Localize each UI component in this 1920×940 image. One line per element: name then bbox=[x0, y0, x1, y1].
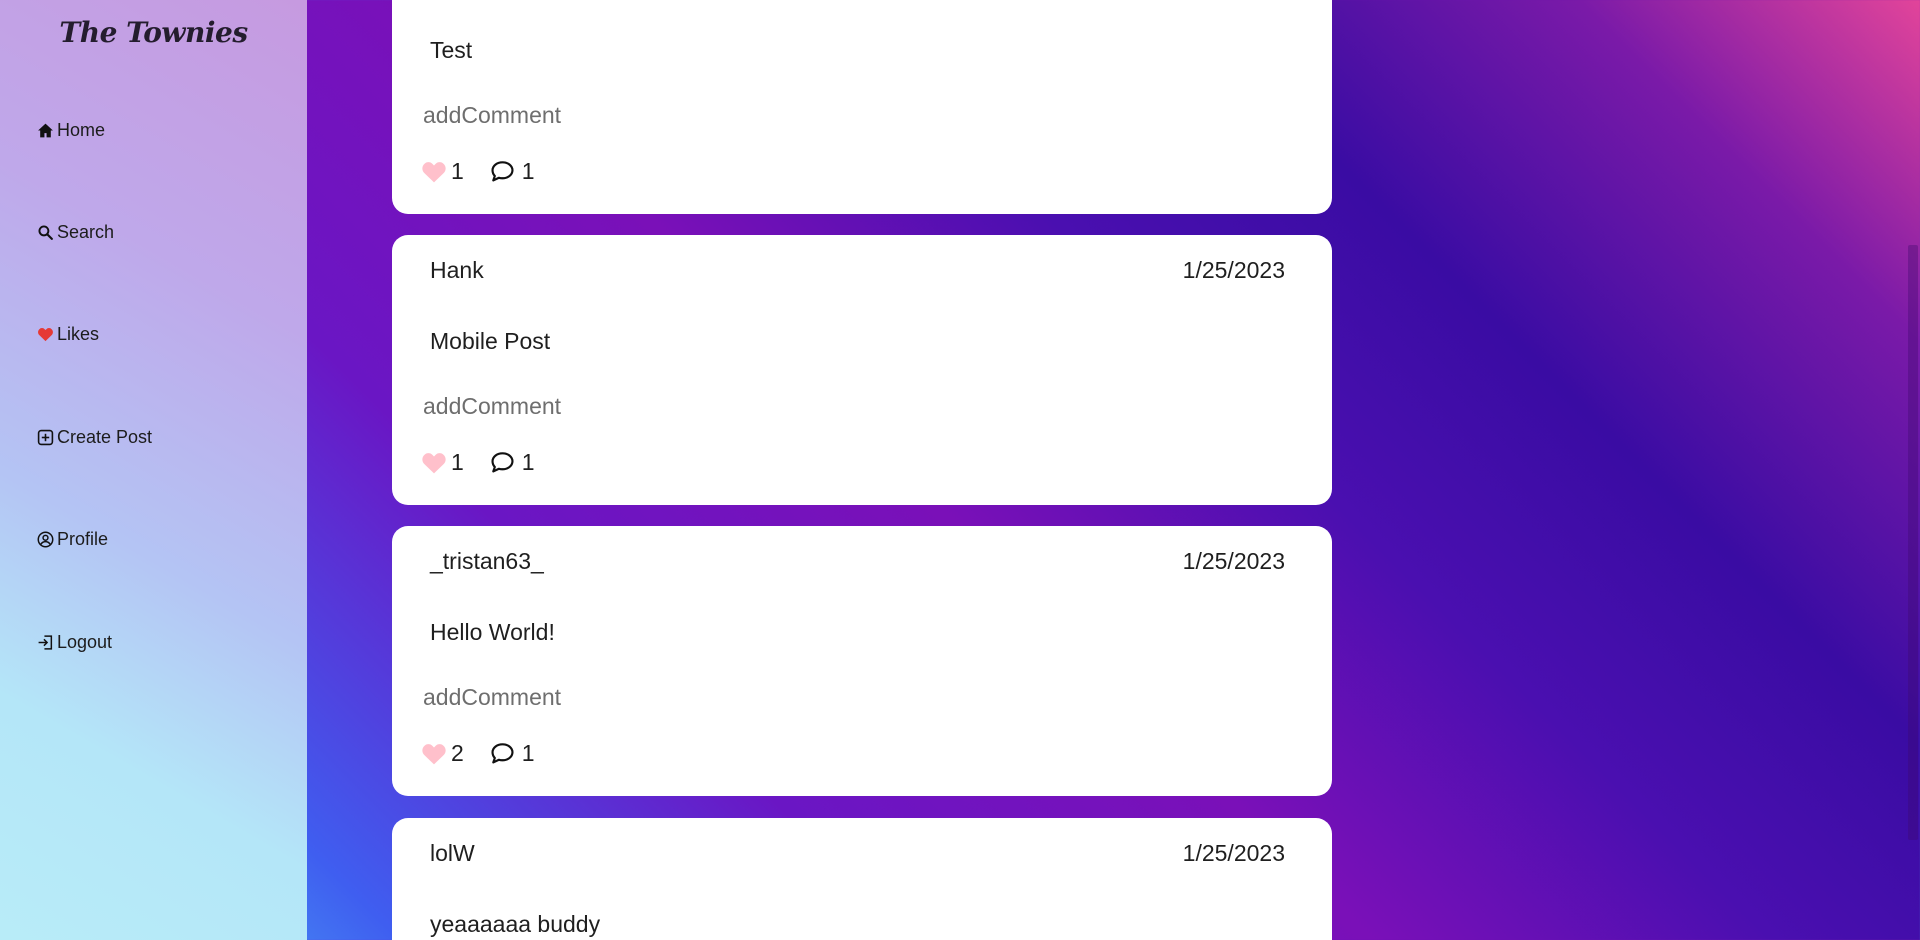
post-body: Test bbox=[430, 37, 473, 63]
comment-count: 1 bbox=[521, 449, 535, 475]
comment-button[interactable]: 1 bbox=[490, 158, 535, 185]
sidebar-item-logout[interactable]: Logout bbox=[37, 632, 112, 653]
post-actions: 1 1 bbox=[421, 449, 535, 476]
plus-square-icon bbox=[37, 428, 57, 448]
post-author[interactable]: lolW bbox=[430, 840, 475, 867]
post-card: Hank 1/25/2023 Mobile Post 1 1 bbox=[392, 235, 1332, 505]
post-card: lolW 1/25/2023 yeaaaaaa buddy bbox=[392, 818, 1332, 940]
post-body: Hello World! bbox=[430, 619, 555, 645]
scrollbar-thumb[interactable] bbox=[1908, 245, 1918, 840]
page-scrollbar[interactable] bbox=[1906, 0, 1920, 940]
post-body: yeaaaaaa buddy bbox=[430, 911, 601, 937]
comment-button[interactable]: 1 bbox=[490, 740, 535, 767]
app-logo[interactable]: The Townies bbox=[0, 16, 307, 49]
logout-icon bbox=[37, 633, 57, 653]
like-count: 1 bbox=[451, 158, 464, 184]
comment-icon bbox=[491, 452, 514, 473]
search-icon bbox=[37, 223, 57, 243]
sidebar-item-label: Likes bbox=[57, 324, 100, 344]
sidebar-item-label: Profile bbox=[57, 529, 109, 549]
post-date: 1/25/2023 bbox=[1182, 257, 1285, 283]
like-button[interactable]: 1 bbox=[421, 449, 464, 476]
add-comment-input[interactable] bbox=[423, 102, 843, 129]
like-button[interactable]: 1 bbox=[421, 158, 464, 185]
heart-icon bbox=[37, 325, 57, 345]
post-card: Test 1 1 bbox=[392, 0, 1332, 214]
post-date: 1/25/2023 bbox=[1182, 548, 1285, 574]
post-actions: 1 1 bbox=[421, 158, 535, 185]
post-actions: 2 1 bbox=[421, 740, 535, 767]
add-comment-input[interactable] bbox=[423, 393, 843, 420]
sidebar-item-label: Search bbox=[57, 222, 115, 242]
add-comment-input[interactable] bbox=[423, 684, 843, 711]
heart-icon bbox=[422, 161, 446, 182]
comment-icon bbox=[491, 161, 514, 182]
post-author[interactable]: Hank bbox=[430, 257, 484, 284]
sidebar-item-search[interactable]: Search bbox=[37, 222, 114, 243]
like-count: 1 bbox=[451, 449, 464, 475]
home-icon bbox=[37, 121, 57, 141]
comment-count: 1 bbox=[521, 740, 535, 766]
sidebar: The Townies Home Search Likes Create Pos… bbox=[0, 0, 307, 940]
post-body: Mobile Post bbox=[430, 328, 551, 354]
heart-icon bbox=[422, 452, 446, 473]
heart-icon bbox=[422, 743, 446, 764]
sidebar-item-label: Logout bbox=[57, 632, 113, 652]
sidebar-item-label: Home bbox=[57, 120, 106, 140]
sidebar-item-create-post[interactable]: Create Post bbox=[37, 427, 152, 448]
sidebar-item-likes[interactable]: Likes bbox=[37, 324, 99, 345]
comment-button[interactable]: 1 bbox=[490, 449, 535, 476]
post-card: _tristan63_ 1/25/2023 Hello World! 2 1 bbox=[392, 526, 1332, 796]
sidebar-item-profile[interactable]: Profile bbox=[37, 529, 108, 550]
post-date: 1/25/2023 bbox=[1182, 840, 1285, 866]
comment-icon bbox=[491, 743, 514, 764]
user-circle-icon bbox=[37, 530, 57, 550]
like-count: 2 bbox=[451, 740, 464, 766]
sidebar-item-label: Create Post bbox=[57, 427, 153, 447]
sidebar-item-home[interactable]: Home bbox=[37, 120, 105, 141]
comment-count: 1 bbox=[521, 158, 535, 184]
post-author[interactable]: _tristan63_ bbox=[430, 548, 544, 575]
like-button[interactable]: 2 bbox=[421, 740, 464, 767]
